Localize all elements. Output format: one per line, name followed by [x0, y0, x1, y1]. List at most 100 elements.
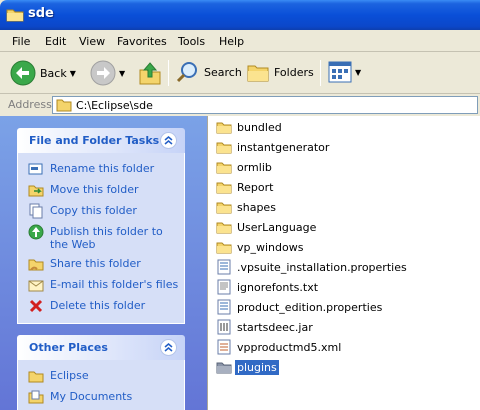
folder-icon [216, 242, 232, 254]
file-item[interactable]: product_edition.properties [216, 298, 384, 316]
menu-bar: File Edit View Favorites Tools Help [0, 30, 480, 52]
copy-icon [29, 203, 43, 219]
file-name: product_edition.properties [237, 300, 383, 314]
menu-favorites[interactable]: Favorites [117, 35, 167, 48]
folder-icon [28, 371, 44, 383]
menu-file[interactable]: File [12, 35, 30, 48]
folder-icon [216, 162, 232, 174]
folder-icon [6, 9, 24, 22]
task-label: Delete this folder [50, 299, 146, 312]
file-name: Report [237, 180, 274, 194]
collapse-chevron-icon[interactable] [160, 132, 177, 149]
address-path: C:\Eclipse\sde [76, 98, 153, 112]
task-pane: File and Folder Tasks Rename this folder… [0, 116, 207, 410]
task-label: Rename this folder [50, 162, 155, 175]
file-list[interactable]: bundled instantgenerator ormlib Report shape… [207, 116, 480, 410]
properties-file-icon [217, 259, 231, 275]
panel-body: Eclipse My Documents [17, 360, 185, 410]
delete-icon [29, 299, 43, 313]
views-icon [328, 61, 352, 83]
share-icon [28, 259, 44, 271]
search-icon [176, 62, 197, 83]
file-item[interactable]: UserLanguage [216, 218, 318, 236]
text-file-icon [217, 279, 231, 295]
dropdown-arrow-icon[interactable]: ▼ [355, 68, 361, 77]
up-folder-button[interactable] [138, 60, 162, 86]
file-item[interactable]: shapes [216, 198, 278, 216]
move-icon [28, 185, 44, 197]
file-name: startsdeec.jar [237, 320, 313, 334]
folders-label: Folders [274, 65, 314, 79]
address-label: Address [8, 98, 52, 111]
folder-icon [216, 362, 232, 374]
address-input[interactable]: C:\Eclipse\sde [52, 96, 478, 114]
menu-help[interactable]: Help [219, 35, 244, 48]
folder-icon [56, 99, 72, 112]
panel-header[interactable]: Other Places [17, 335, 185, 360]
panel-title: File and Folder Tasks [29, 134, 160, 147]
file-folder-tasks-panel: File and Folder Tasks Rename this folder… [17, 128, 185, 324]
place-label: My Documents [50, 390, 133, 403]
task-label: Copy this folder [50, 204, 137, 217]
menu-edit[interactable]: Edit [45, 35, 66, 48]
back-arrow-icon [10, 60, 36, 86]
task-rename-folder[interactable]: Rename this folder [18, 159, 184, 180]
task-copy-folder[interactable]: Copy this folder [18, 201, 184, 222]
file-item[interactable]: .vpsuite_installation.properties [216, 258, 409, 276]
file-name: ignorefonts.txt [237, 280, 319, 294]
panel-body: Rename this folder Move this folder Copy… [17, 153, 185, 324]
folder-icon [216, 182, 232, 194]
xml-file-icon [217, 339, 231, 355]
file-name: vpproductmd5.xml [237, 340, 342, 354]
menu-tools[interactable]: Tools [178, 35, 205, 48]
forward-arrow-icon [90, 60, 116, 86]
file-item[interactable]: plugins [216, 358, 279, 376]
toolbar-separator [168, 60, 169, 86]
views-button[interactable]: ▼ [328, 61, 361, 83]
task-publish-web[interactable]: Publish this folder to the Web [18, 222, 184, 254]
file-item[interactable]: bundled [216, 118, 284, 136]
file-name: bundled [237, 120, 282, 134]
file-item[interactable]: ormlib [216, 158, 274, 176]
file-name: instantgenerator [237, 140, 330, 154]
task-move-folder[interactable]: Move this folder [18, 180, 184, 201]
folder-icon [216, 222, 232, 234]
forward-button[interactable]: ▼ [90, 60, 125, 86]
folder-icon [216, 122, 232, 134]
properties-file-icon [217, 299, 231, 315]
window-title: sde [28, 6, 54, 21]
other-places-panel: Other Places Eclipse My Documents [17, 335, 185, 410]
task-share-folder[interactable]: Share this folder [18, 254, 184, 275]
back-label: Back [40, 66, 67, 80]
panel-header[interactable]: File and Folder Tasks [17, 128, 185, 153]
folder-icon [216, 142, 232, 154]
file-item[interactable]: vpproductmd5.xml [216, 338, 343, 356]
place-my-documents[interactable]: My Documents [18, 387, 184, 408]
file-name: UserLanguage [237, 220, 317, 234]
task-email-files[interactable]: E-mail this folder's files [18, 275, 184, 296]
file-item[interactable]: vp_windows [216, 238, 305, 256]
file-item[interactable]: ignorefonts.txt [216, 278, 320, 296]
panel-title: Other Places [29, 341, 108, 354]
file-item[interactable]: Report [216, 178, 275, 196]
task-delete-folder[interactable]: Delete this folder [18, 296, 184, 317]
place-eclipse[interactable]: Eclipse [18, 366, 184, 387]
back-button[interactable]: Back ▼ [10, 60, 76, 86]
file-name: .vpsuite_installation.properties [237, 260, 407, 274]
menu-view[interactable]: View [79, 35, 105, 48]
file-item[interactable]: instantgenerator [216, 138, 331, 156]
task-label: E-mail this folder's files [50, 278, 179, 291]
search-button[interactable]: Search [176, 60, 242, 84]
title-bar[interactable]: sde [0, 0, 480, 30]
search-label: Search [204, 65, 242, 79]
folders-button[interactable]: Folders [246, 60, 314, 84]
file-item[interactable]: startsdeec.jar [216, 318, 315, 336]
file-name: ormlib [237, 160, 272, 174]
jar-file-icon [217, 319, 231, 335]
dropdown-arrow-icon[interactable]: ▼ [119, 69, 125, 78]
file-name: vp_windows [237, 240, 304, 254]
place-label: Eclipse [50, 369, 89, 382]
dropdown-arrow-icon[interactable]: ▼ [70, 69, 76, 78]
publish-web-icon [28, 224, 44, 240]
collapse-chevron-icon[interactable] [160, 339, 177, 356]
